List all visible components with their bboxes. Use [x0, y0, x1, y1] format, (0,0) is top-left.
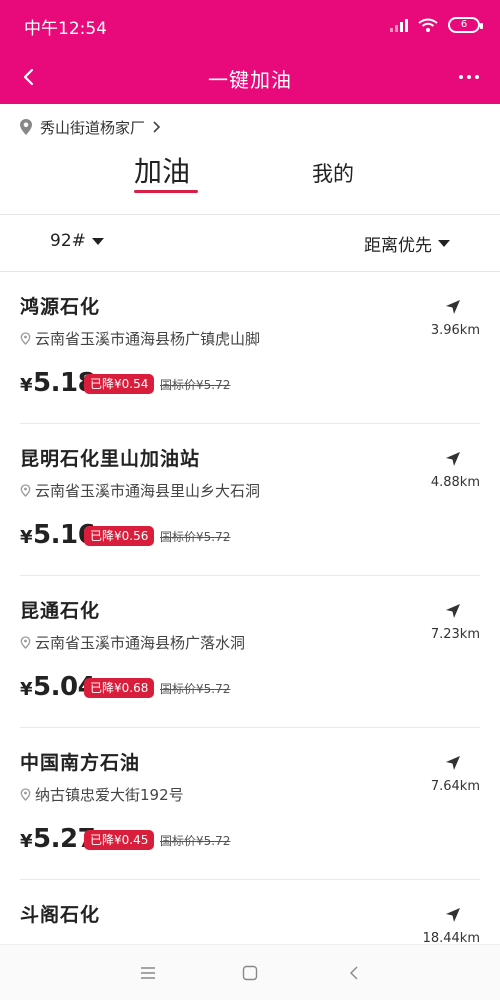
discount-badge: 已降¥0.45	[84, 830, 155, 850]
station-name: 昆通石化	[20, 600, 101, 622]
location-pin-icon	[20, 788, 31, 801]
tab-active-indicator	[134, 190, 198, 193]
station-name: 中国南方石油	[20, 752, 141, 774]
distance: 3.96km	[430, 323, 480, 338]
station-item[interactable]: 昆通石化 云南省玉溪市通海县杨广落水洞 7.23km ¥5.04 已降¥0.68…	[0, 576, 500, 728]
station-name: 鸿源石化	[20, 296, 101, 318]
discount-badge: 已降¥0.54	[84, 374, 155, 394]
location-pin-icon	[20, 636, 31, 649]
status-time: 中午12:54	[24, 19, 107, 39]
station-item[interactable]: 中国南方石油 纳古镇忠爱大街192号 7.64km ¥5.27 已降¥0.45 …	[0, 728, 500, 880]
more-dots-icon	[459, 75, 463, 79]
station-item[interactable]: 斗阁石化 18.44km	[0, 880, 500, 942]
system-nav-bar	[0, 944, 500, 1000]
station-address: 纳古镇忠爱大街192号	[20, 784, 184, 805]
station-address: 云南省玉溪市通海县杨广镇虎山脚	[20, 328, 260, 349]
navigate-icon[interactable]	[444, 298, 462, 316]
tab-refuel[interactable]: 加油	[134, 150, 190, 190]
station-name: 斗阁石化	[20, 904, 101, 926]
navigate-icon[interactable]	[444, 754, 462, 772]
chevron-right-icon	[153, 121, 161, 133]
battery-icon: 6	[448, 17, 483, 33]
page-title: 一键加油	[208, 68, 292, 92]
discount-badge: 已降¥0.56	[84, 526, 155, 546]
navigate-icon[interactable]	[444, 450, 462, 468]
fuel-type-label: 92#	[50, 231, 86, 251]
station-item[interactable]: 昆明石化里山加油站 云南省玉溪市通海县里山乡大石洞 4.88km ¥5.16 已…	[0, 424, 500, 576]
status-icons: 6	[390, 14, 483, 36]
back-triangle-icon	[350, 966, 358, 980]
distance: 18.44km	[422, 931, 480, 942]
fuel-type-dropdown[interactable]: 92#	[50, 231, 104, 251]
discount-badge: 已降¥0.68	[84, 678, 155, 698]
location-pin-icon	[20, 332, 31, 345]
standard-price: 国标价¥5.72	[160, 834, 231, 848]
location-text: 秀山街道杨家厂	[40, 118, 146, 137]
home-button[interactable]	[240, 963, 260, 983]
signal-icon	[390, 18, 408, 32]
sort-dropdown[interactable]: 距离优先	[364, 231, 450, 256]
tab-mine[interactable]: 我的	[312, 158, 354, 188]
more-button[interactable]	[452, 64, 486, 90]
location-pin-icon	[20, 484, 31, 497]
app-header: 中午12:54 6 一键加油	[0, 0, 500, 104]
wifi-icon	[418, 18, 438, 32]
distance: 7.64km	[430, 779, 480, 794]
distance: 7.23km	[430, 627, 480, 642]
station-name: 昆明石化里山加油站	[20, 448, 201, 470]
menu-button[interactable]	[138, 963, 158, 983]
menu-icon	[141, 967, 155, 979]
filter-bar: 92# 距离优先	[0, 215, 500, 271]
caret-down-icon	[438, 240, 450, 247]
caret-down-icon	[91, 237, 104, 245]
standard-price: 国标价¥5.72	[160, 682, 231, 696]
tab-bar: 加油 我的	[0, 146, 500, 206]
navigate-icon[interactable]	[444, 602, 462, 620]
location-pin-icon	[20, 119, 32, 135]
navigate-icon[interactable]	[444, 906, 462, 924]
nav-bar: 一键加油	[0, 50, 500, 104]
system-back-button[interactable]	[344, 963, 364, 983]
distance: 4.88km	[430, 475, 480, 490]
sort-label: 距离优先	[364, 236, 432, 256]
station-address: 云南省玉溪市通海县杨广落水洞	[20, 632, 245, 653]
status-bar: 中午12:54 6	[0, 0, 500, 50]
home-square-icon	[242, 965, 258, 981]
station-item[interactable]: 鸿源石化 云南省玉溪市通海县杨广镇虎山脚 3.96km ¥5.18 已降¥0.5…	[0, 272, 500, 424]
standard-price: 国标价¥5.72	[160, 530, 231, 544]
location-selector[interactable]: 秀山街道杨家厂	[18, 116, 161, 138]
station-list: 鸿源石化 云南省玉溪市通海县杨广镇虎山脚 3.96km ¥5.18 已降¥0.5…	[0, 272, 500, 942]
standard-price: 国标价¥5.72	[160, 378, 231, 392]
station-address: 云南省玉溪市通海县里山乡大石洞	[20, 480, 260, 501]
